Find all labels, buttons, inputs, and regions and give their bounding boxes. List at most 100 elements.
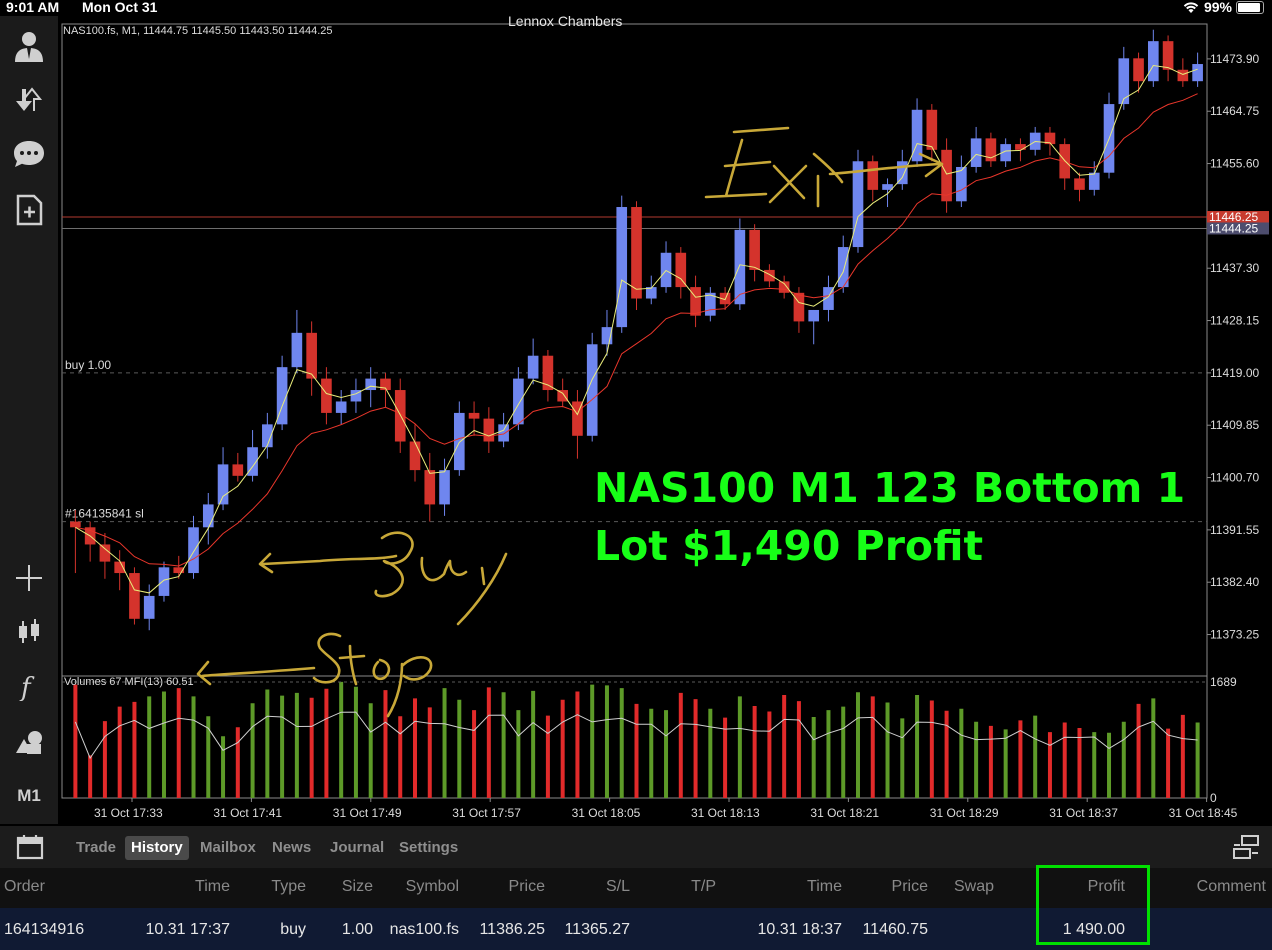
candle-body [660,252,672,288]
time-tick-label: 31 Oct 18:05 [572,806,641,820]
candle-body [1088,172,1100,190]
candle-body [498,424,509,442]
col-sl-header[interactable]: S/L [606,878,630,896]
tab-news[interactable]: News [266,836,317,860]
handwritten-buy-stroke [374,531,414,598]
price-tick-label: 11373.25 [1210,628,1259,642]
cell-close-price: 11460.75 [862,921,928,938]
candle-body [468,412,480,419]
col-tp-header[interactable]: T/P [691,878,716,896]
candle-body [202,504,214,528]
buy-level-label: buy 1.00 [65,358,111,372]
battery-percent: 99% [1203,0,1232,15]
candle-body [675,252,687,288]
indicator-label: Volumes 67 MFI(13) 60.51 [64,676,194,688]
cell-open-price: 11386.25 [479,921,545,938]
candle-body [896,161,908,185]
candle-body [1192,64,1203,82]
symbol-info: NAS100.fs, M1, 11444.75 11445.50 11443.5… [63,25,333,37]
status-bar: 9:01 AM Mon Oct 31 99% [0,0,1272,16]
deposit-icon[interactable] [9,80,49,120]
candle-body [867,161,879,190]
time-tick-label: 31 Oct 18:13 [691,806,760,820]
handwritten-stop-stroke [196,660,316,686]
volume-max-label: 1689 [1210,675,1237,689]
price-chart[interactable]: 11473.90 11464.75 11455.60 11437.30 11428.15… [58,16,1272,824]
col-swap-header[interactable]: Swap [954,878,994,896]
account-icon[interactable] [9,26,49,66]
col-close-price-header[interactable]: Price [892,878,928,896]
tab-trade[interactable]: Trade [70,836,122,860]
col-close-time-header[interactable]: Time [807,878,842,896]
candle-body [1074,178,1085,190]
candle-body [970,138,982,167]
chart-area[interactable]: 11473.90 11464.75 11455.60 11437.30 11428.15… [58,13,1272,824]
time-tick-label: 31 Oct 18:29 [930,806,999,820]
status-right: 99% [1182,0,1264,15]
chat-icon[interactable] [9,134,49,174]
account-name: Lennox Chambers [508,13,623,29]
cell-size: 1.00 [341,921,373,938]
time-tick-label: 31 Oct 17:41 [213,806,282,820]
calendar-icon[interactable] [16,834,44,865]
profit-highlight-box [1036,865,1150,945]
crosshair-icon[interactable] [9,558,49,598]
handwritten-exit-stroke [828,152,944,178]
timeframe-button[interactable]: M1 [9,776,49,816]
objects-icon[interactable] [9,722,49,762]
bottom-tab-bar: Trade History Mailbox News Journal Settings [0,826,1272,868]
col-price-header[interactable]: Price [509,878,545,896]
col-order-header[interactable]: Order [4,878,45,896]
candle-body [926,109,938,150]
time-tick-label: 31 Oct 17:57 [452,806,521,820]
price-tick-label: 11400.70 [1210,471,1259,485]
handwritten-stop-stroke [338,644,366,686]
layout-toggle-icon[interactable] [1232,834,1260,865]
candle-body [143,595,155,619]
price-tick-label: 11409.85 [1210,418,1259,432]
handwritten-stop-stroke [312,632,342,684]
col-size-header[interactable]: Size [342,878,373,896]
time-tick-label: 31 Oct 18:21 [810,806,879,820]
tab-journal[interactable]: Journal [324,836,390,860]
candle-body [424,470,436,505]
candle-body [483,418,495,442]
handwritten-annotations [196,126,944,718]
price-tick-label: 11464.75 [1210,104,1259,118]
col-type-header[interactable]: Type [271,878,306,896]
price-tick-label: 11473.90 [1210,52,1259,66]
left-toolbar: f M1 [0,16,58,824]
tab-mailbox[interactable]: Mailbox [194,836,262,860]
indicators-icon[interactable]: f [9,666,49,706]
price-tick-label: 11391.55 [1210,523,1259,537]
handwritten-buy-stroke [456,552,508,626]
candle-body [129,573,140,619]
candle-body [409,441,421,471]
new-order-icon[interactable] [9,190,49,230]
cell-order: 164134916 [4,921,85,938]
tab-history[interactable]: History [125,836,189,860]
tab-settings[interactable]: Settings [393,836,464,860]
candle-body [217,464,229,505]
price-tick-label: 11419.00 [1210,366,1259,380]
candle-body [1118,58,1130,105]
cell-type: buy [280,921,306,938]
candle-body [321,378,332,413]
candle-body [232,464,244,476]
cell-sl: 11365.27 [564,921,630,938]
candle-body [749,229,760,270]
volume-min-label: 0 [1210,791,1217,805]
candle-body [306,332,317,379]
candle-body [1177,69,1189,82]
candle-body [527,355,539,379]
chart-type-icon[interactable] [9,612,49,652]
candle-body [852,161,864,248]
col-time-header[interactable]: Time [195,878,230,896]
cell-open-time: 10.31 17:37 [145,921,230,938]
col-comment-header[interactable]: Comment [1197,878,1266,896]
ma-fast-line [75,64,1198,594]
cell-symbol: nas100.fs [389,921,459,938]
handwritten-exit-stroke [768,152,844,208]
time-tick-label: 31 Oct 18:45 [1169,806,1238,820]
col-symbol-header[interactable]: Symbol [406,878,459,896]
